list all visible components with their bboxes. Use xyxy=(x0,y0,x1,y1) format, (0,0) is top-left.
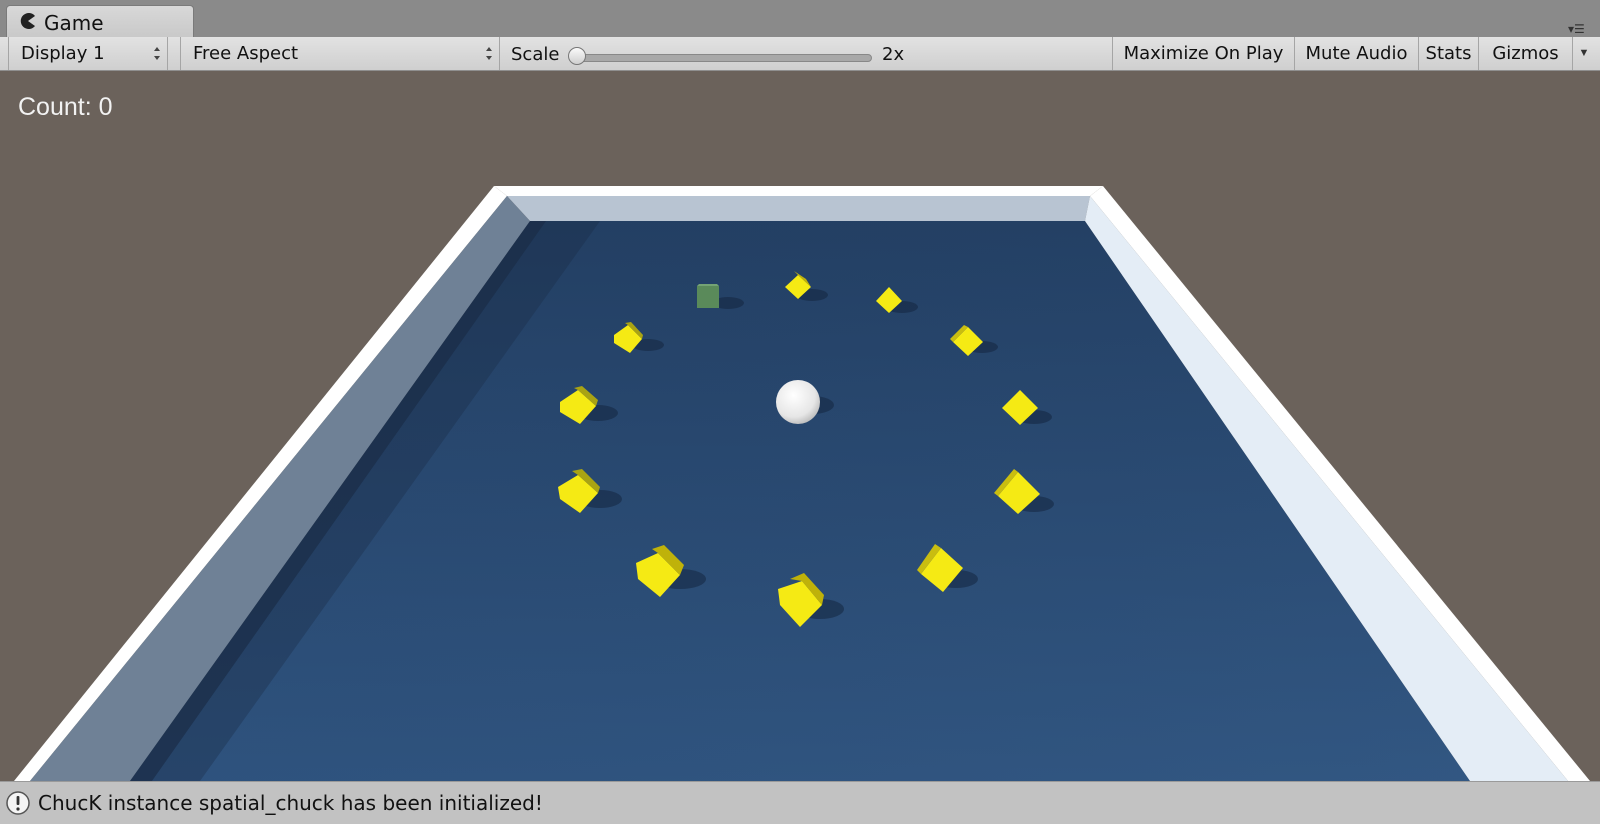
aspect-dropdown-label: Free Aspect xyxy=(193,43,299,64)
updown-arrows-icon xyxy=(486,47,492,60)
status-bar[interactable]: ChucK instance spatial_chuck has been in… xyxy=(0,781,1600,824)
tab-game[interactable]: Game xyxy=(6,5,194,37)
maximize-on-play-label: Maximize On Play xyxy=(1123,43,1284,64)
status-message: ChucK instance spatial_chuck has been in… xyxy=(38,791,543,815)
player-ball xyxy=(776,380,820,424)
maximize-on-play-toggle[interactable]: Maximize On Play xyxy=(1112,37,1294,70)
stats-toggle[interactable]: Stats xyxy=(1418,37,1478,70)
mute-audio-toggle[interactable]: Mute Audio xyxy=(1294,37,1418,70)
tab-bar: Game ▾☰ xyxy=(0,0,1600,37)
game-scene xyxy=(14,186,1590,781)
back-wall-face xyxy=(507,196,1090,221)
gizmos-label: Gizmos xyxy=(1492,43,1559,64)
window-menu-icon[interactable]: ▾☰ xyxy=(1568,22,1594,36)
tab-title: Game xyxy=(44,11,104,35)
pickup-cube-collected xyxy=(697,284,719,308)
stats-label: Stats xyxy=(1425,43,1472,64)
pacman-icon xyxy=(20,13,35,29)
scale-slider-thumb[interactable] xyxy=(568,47,586,65)
scale-value: 2x xyxy=(882,44,905,65)
scale-slider-track[interactable] xyxy=(574,54,872,62)
display-dropdown[interactable]: Display 1 xyxy=(8,37,168,70)
aspect-dropdown[interactable]: Free Aspect xyxy=(180,37,500,70)
gizmos-dropdown-icon[interactable]: ▼ xyxy=(1572,37,1595,70)
unity-game-window: Game ▾☰ Display 1 Free Aspect Scale 2x M… xyxy=(0,0,1600,824)
mute-audio-label: Mute Audio xyxy=(1305,43,1408,64)
game-toolbar: Display 1 Free Aspect Scale 2x Maximize … xyxy=(0,37,1600,71)
display-dropdown-label: Display 1 xyxy=(21,43,105,64)
back-wall-top xyxy=(494,186,1103,196)
gizmos-toggle[interactable]: Gizmos xyxy=(1478,37,1572,70)
updown-arrows-icon xyxy=(154,47,160,60)
info-icon xyxy=(6,791,30,815)
game-viewport[interactable]: Count: 0 xyxy=(0,71,1600,781)
scale-label: Scale xyxy=(511,44,560,65)
count-text: Count: 0 xyxy=(18,93,113,121)
